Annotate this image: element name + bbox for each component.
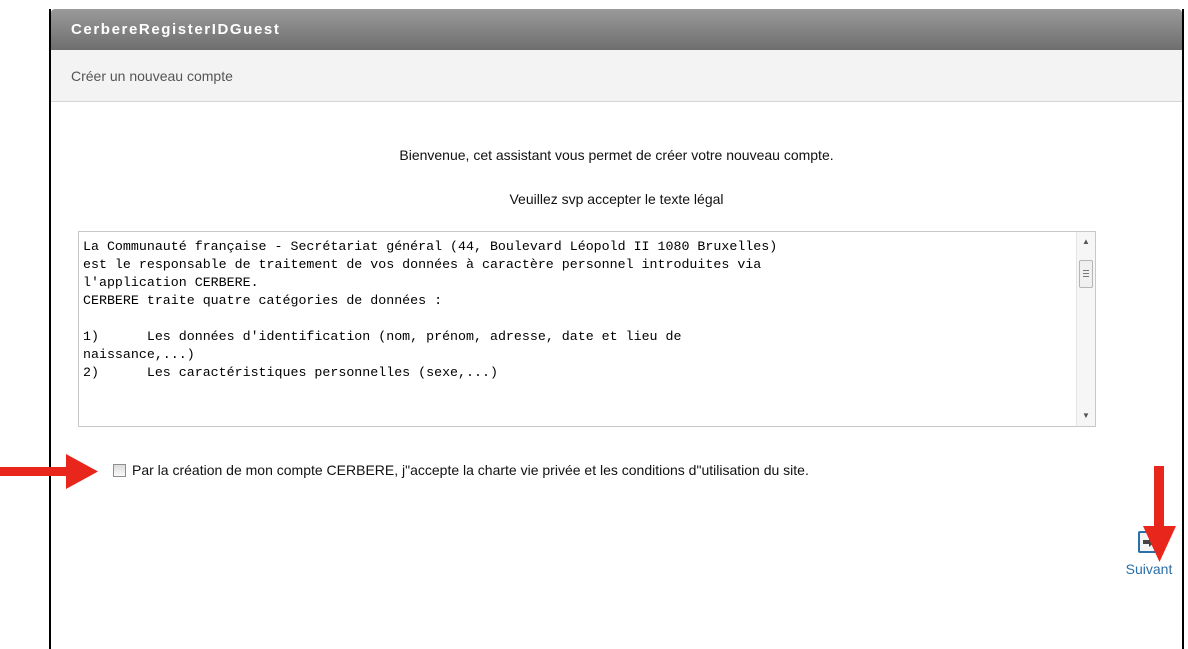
annotation-arrow-down-icon [1143, 466, 1176, 562]
scroll-thumb[interactable] [1079, 260, 1093, 288]
legal-scrollbar[interactable]: ▲ ▼ [1076, 232, 1095, 426]
register-panel: CerbereRegisterIDGuest Créer un nouveau … [49, 9, 1184, 649]
consent-checkbox[interactable] [113, 463, 126, 477]
legal-textarea[interactable]: La Communauté française - Secrétariat gé… [78, 231, 1096, 427]
window-title: CerbereRegisterIDGuest [51, 9, 1182, 50]
scroll-up-icon[interactable]: ▲ [1077, 234, 1095, 250]
consent-row: Par la création de mon compte CERBERE, j… [113, 461, 809, 479]
page-subtitle: Créer un nouveau compte [51, 50, 1182, 102]
consent-label[interactable]: Par la création de mon compte CERBERE, j… [132, 462, 809, 478]
welcome-text: Bienvenue, cet assistant vous permet de … [399, 147, 834, 163]
annotation-arrow-right-icon [0, 454, 98, 489]
instruction-text: Veuillez svp accepter le texte légal [509, 191, 724, 207]
scroll-down-icon[interactable]: ▼ [1077, 408, 1095, 424]
legal-text: La Communauté française - Secrétariat gé… [83, 239, 778, 380]
